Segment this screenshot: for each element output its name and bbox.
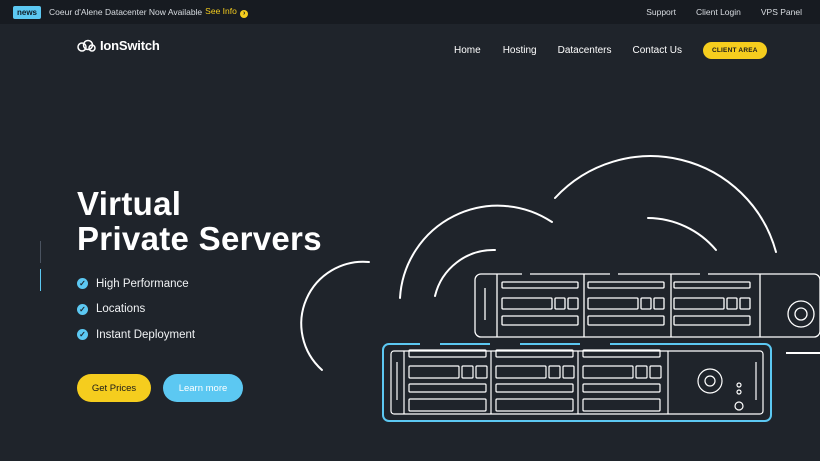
feature-item: ✓ Locations (77, 297, 195, 323)
get-prices-button[interactable]: Get Prices (77, 374, 151, 402)
feature-list: ✓ High Performance ✓ Locations ✓ Instant… (77, 271, 195, 348)
slide-indicator-1[interactable] (40, 241, 41, 263)
learn-more-button[interactable]: Learn more (163, 374, 243, 402)
slide-indicator-2[interactable] (40, 269, 41, 291)
hero-title-line1: Virtual (77, 185, 182, 222)
check-icon: ✓ (77, 329, 88, 341)
feature-item: ✓ High Performance (77, 271, 195, 297)
feature-label: Locations (96, 303, 146, 316)
feature-item: ✓ Instant Deployment (77, 322, 195, 348)
hero-title-line2: Private Servers (77, 220, 322, 257)
feature-label: Instant Deployment (96, 328, 196, 341)
feature-label: High Performance (96, 277, 189, 290)
check-icon: ✓ (77, 303, 88, 315)
hero-title: Virtual Private Servers (77, 186, 322, 256)
slider-indicator (40, 241, 41, 297)
check-icon: ✓ (77, 278, 88, 290)
